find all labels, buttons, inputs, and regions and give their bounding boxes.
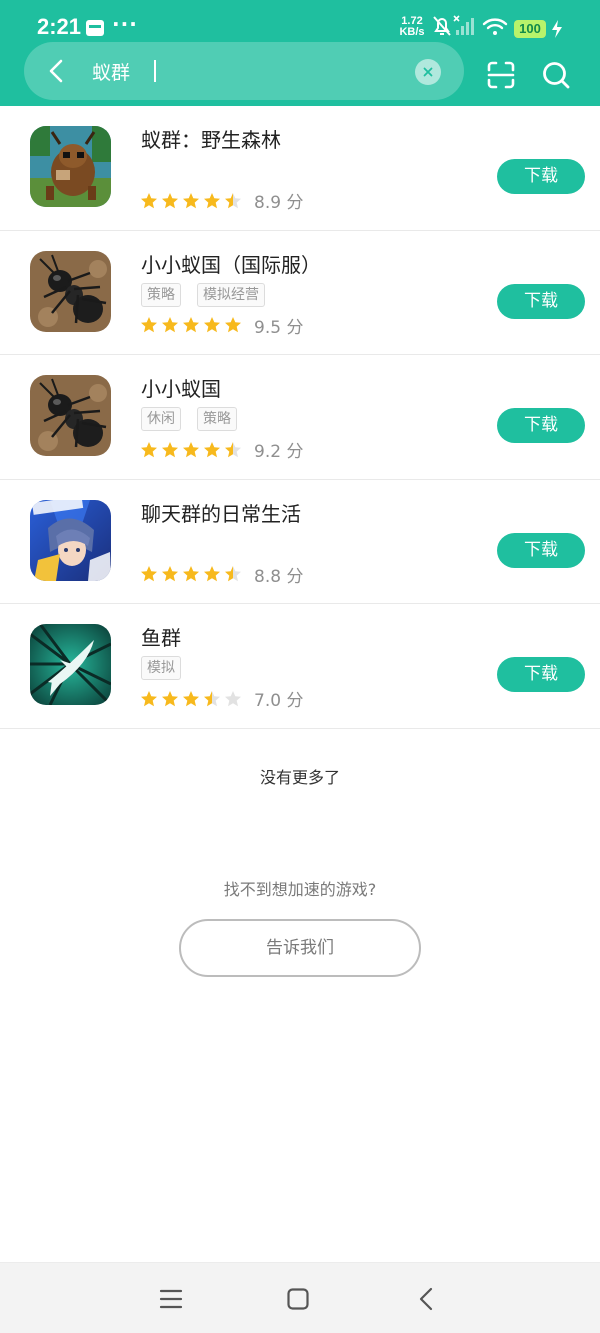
tag-list: 策略 模拟经营 (141, 282, 265, 307)
tag-list: 模拟 (141, 656, 181, 680)
charging-icon (552, 20, 562, 38)
game-icon-fish[interactable] (30, 624, 111, 705)
tell-us-button[interactable]: 告诉我们 (179, 919, 421, 977)
search-input[interactable] (92, 56, 392, 86)
star-full-icon (162, 690, 178, 706)
game-title[interactable]: 蚁群：野生森林 (141, 124, 281, 153)
star-full-icon (204, 192, 220, 208)
star-rating (140, 316, 242, 334)
game-icon-ant[interactable] (30, 375, 111, 456)
download-button[interactable]: 下载 (497, 408, 585, 443)
star-rating (140, 441, 242, 459)
chevron-left-icon[interactable] (44, 58, 70, 84)
no-signal-x (453, 15, 460, 22)
wifi-icon (482, 18, 508, 35)
star-full-icon (204, 441, 220, 457)
status-bar: 2:21 ··· 1.72 KB/s 100 (0, 0, 600, 40)
mute-bell-icon (433, 16, 451, 36)
star-full-icon (183, 690, 199, 706)
tag: 模拟经营 (197, 282, 265, 307)
status-time: 2:21 (37, 14, 82, 39)
game-title[interactable]: 小小蚁国 (141, 373, 221, 402)
network-speed: 1.72 KB/s (396, 16, 428, 38)
download-button[interactable]: 下载 (497, 159, 585, 194)
notification-app-icon (86, 20, 104, 36)
home-icon[interactable] (286, 1287, 310, 1311)
back-icon[interactable] (415, 1287, 439, 1311)
star-rating (140, 690, 242, 708)
tag: 策略 (141, 282, 181, 307)
star-full-icon (162, 192, 178, 208)
star-full-icon (141, 192, 157, 208)
star-half-icon (225, 566, 241, 582)
status-icons (433, 15, 508, 36)
star-full-icon (183, 441, 199, 457)
star-full-icon (183, 317, 199, 333)
text-caret (154, 60, 156, 82)
game-list-item[interactable]: 小小蚁国（国际服） 策略 模拟经营 9.5 分 下载 (0, 231, 600, 355)
no-more-text: 没有更多了 (259, 768, 340, 787)
game-title[interactable]: 聊天群的日常生活 (141, 498, 301, 527)
score: 7.0 分 (254, 691, 304, 711)
star-full-icon (183, 192, 199, 208)
search-results-list: 蚁群：野生森林 8.9 分 下载 小小蚁国（国际服） 策略 模拟经营 9.5 分… (0, 106, 600, 729)
star-empty-icon (225, 690, 241, 706)
rating: 8.8 分 (140, 562, 303, 587)
game-icon-anime[interactable] (30, 499, 111, 581)
star-half-icon (204, 690, 220, 706)
search-row (0, 40, 600, 104)
score: 9.2 分 (254, 442, 304, 462)
rating: 9.2 分 (140, 437, 303, 462)
scan-icon[interactable] (486, 60, 516, 90)
star-full-icon (162, 317, 178, 333)
star-half-icon (225, 441, 241, 457)
network-speed-unit: KB/s (399, 26, 425, 38)
tag-list: 休闲 策略 (141, 407, 237, 431)
header: 2:21 ··· 1.72 KB/s 100 蚁群 (0, 0, 600, 106)
search-icon[interactable] (541, 60, 571, 90)
star-rating (140, 192, 242, 210)
tag: 模拟 (141, 656, 181, 680)
game-title[interactable]: 鱼群 (141, 622, 181, 651)
game-list-item[interactable]: 小小蚁国 休闲 策略 9.2 分 下载 (0, 355, 600, 480)
rating: 7.0 分 (140, 686, 303, 711)
game-list-item[interactable]: 聊天群的日常生活 8.8 分 下载 (0, 480, 600, 604)
battery-level: 100 (514, 20, 546, 38)
star-full-icon (225, 317, 241, 333)
score: 9.5 分 (254, 317, 304, 338)
clear-search-button[interactable] (415, 59, 441, 85)
star-full-icon (141, 690, 157, 706)
search-bar[interactable] (24, 42, 464, 100)
menu-icon[interactable] (159, 1287, 183, 1311)
cant-find-text: 找不到想加速的游戏? (223, 880, 377, 899)
download-button[interactable]: 下载 (497, 532, 585, 568)
star-full-icon (183, 566, 199, 582)
star-full-icon (141, 441, 157, 457)
star-full-icon (204, 566, 220, 582)
game-list-item[interactable]: 鱼群 模拟 7.0 分 下载 (0, 604, 600, 729)
system-nav-bar (0, 1262, 600, 1333)
more-notifications-icon: ··· (112, 12, 138, 36)
score: 8.8 分 (254, 566, 304, 587)
score: 8.9 分 (254, 193, 304, 213)
star-full-icon (162, 441, 178, 457)
tag: 休闲 (141, 407, 181, 431)
star-rating (140, 565, 242, 583)
close-icon (423, 67, 433, 77)
game-icon-ant[interactable] (30, 250, 111, 332)
star-full-icon (141, 317, 157, 333)
game-title[interactable]: 小小蚁国（国际服） (141, 249, 321, 278)
rating: 9.5 分 (140, 313, 303, 338)
download-button[interactable]: 下载 (497, 657, 585, 692)
download-button[interactable]: 下载 (497, 283, 585, 319)
game-list-item[interactable]: 蚁群：野生森林 8.9 分 下载 (0, 106, 600, 231)
star-full-icon (141, 566, 157, 582)
star-full-icon (204, 317, 220, 333)
rating: 8.9 分 (140, 188, 303, 213)
game-icon-pixel-ant[interactable] (30, 126, 111, 207)
star-full-icon (162, 566, 178, 582)
tag: 策略 (197, 407, 237, 431)
star-half-icon (225, 192, 241, 208)
